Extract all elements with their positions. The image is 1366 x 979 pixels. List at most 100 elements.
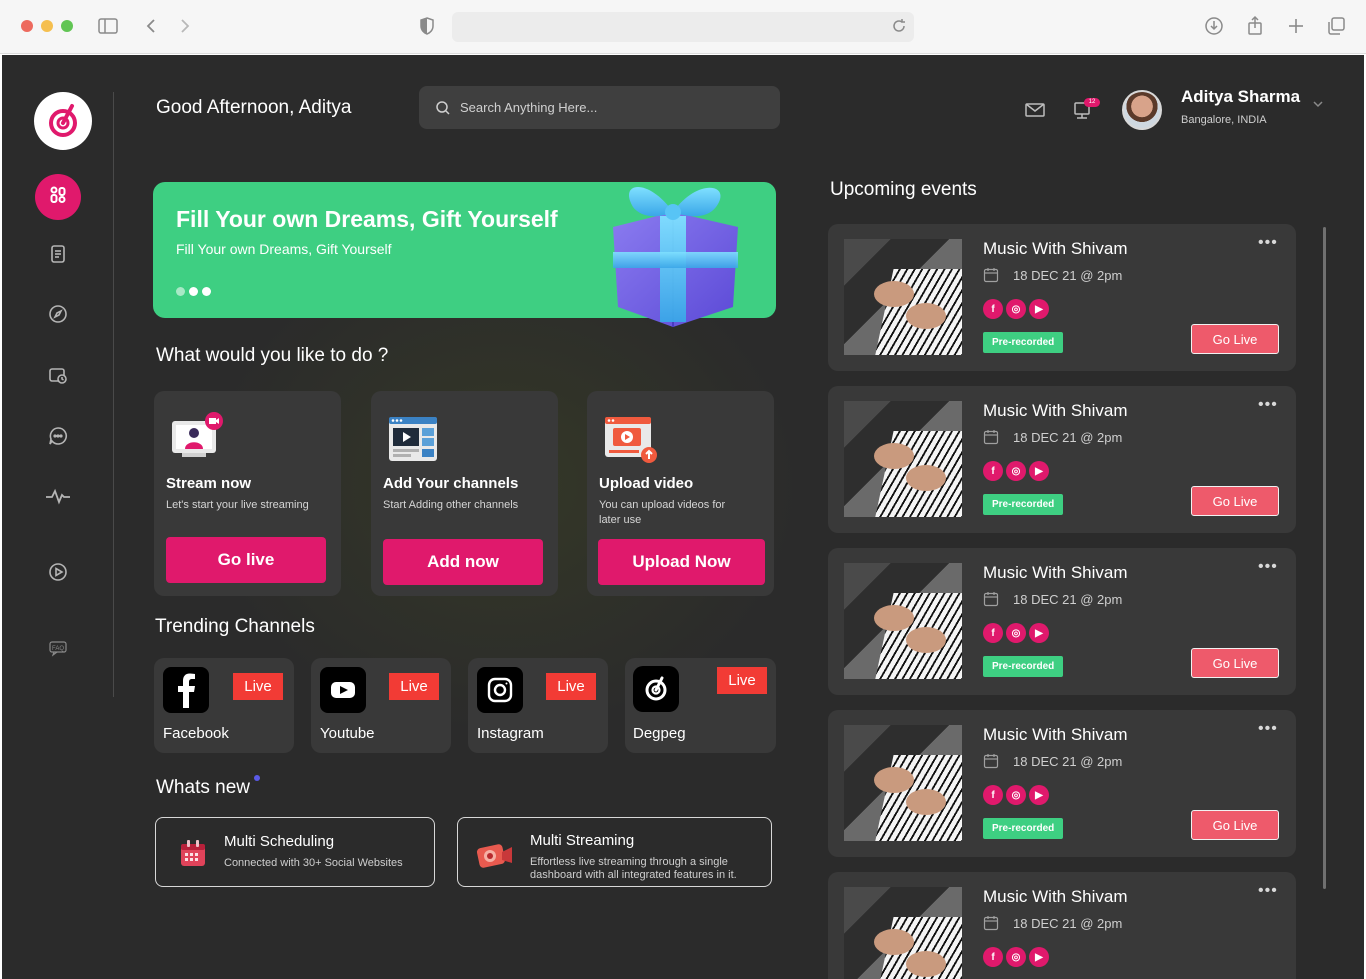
more-options-icon[interactable]: •••: [1258, 720, 1278, 738]
card-subtitle: Let's start your live streaming: [166, 499, 309, 511]
sidebar-item-analytics[interactable]: [46, 486, 70, 510]
activity-icon: [45, 486, 71, 511]
facebook-icon: f: [983, 299, 1003, 319]
more-options-icon[interactable]: •••: [1258, 882, 1278, 900]
share-icon[interactable]: [1244, 15, 1266, 37]
instagram-icon: ◎: [1006, 785, 1026, 805]
event-date: 18 DEC 21 @ 2pm: [1013, 430, 1123, 445]
sidebar-item-faq[interactable]: FAQ: [46, 638, 70, 662]
status-badge: Pre-recorded: [983, 656, 1064, 677]
instagram-icon: ◎: [1006, 623, 1026, 643]
avatar[interactable]: [1122, 90, 1162, 130]
whats-new-title: Whats new: [156, 777, 250, 798]
sidebar-divider: [113, 92, 114, 697]
camera-icon: [476, 844, 512, 868]
event-card[interactable]: Music With Shivam 18 DEC 21 @ 2pm f ◎ ▶ ••…: [828, 872, 1296, 979]
download-icon[interactable]: [1203, 15, 1225, 37]
more-options-icon[interactable]: •••: [1258, 558, 1278, 576]
minimize-window-button[interactable]: [41, 20, 53, 32]
shield-icon[interactable]: [416, 15, 438, 37]
status-badge: Pre-recorded: [983, 494, 1064, 515]
calendar-icon: [983, 915, 999, 931]
sidebar-item-schedule[interactable]: [46, 365, 70, 389]
channel-degpeg[interactable]: Live Degpeg: [625, 658, 776, 753]
event-card[interactable]: Music With Shivam 18 DEC 21 @ 2pm f ◎ ▶ Pr…: [828, 548, 1296, 695]
stream-now-card: Stream now Let's start your live streami…: [154, 391, 341, 596]
tab-overview-icon[interactable]: [1325, 15, 1347, 37]
event-name: Music With Shivam: [983, 239, 1128, 258]
status-badge: Pre-recorded: [983, 818, 1064, 839]
event-platforms: f ◎ ▶: [983, 785, 1049, 805]
upload-video-icon: [605, 417, 657, 463]
carousel-dot[interactable]: [189, 287, 198, 296]
sidebar-item-videos[interactable]: [46, 562, 70, 586]
schedule-icon: [48, 365, 68, 390]
youtube-icon: ▶: [1029, 623, 1049, 643]
live-badge: Live: [717, 667, 767, 694]
go-live-button[interactable]: Go Live: [1191, 324, 1279, 354]
whats-new-multi-streaming[interactable]: Multi Streaming Effortless live streamin…: [457, 817, 772, 887]
greeting: Good Afternoon, Aditya: [156, 97, 352, 118]
events-scrollbar[interactable]: [1323, 227, 1326, 889]
promo-banner[interactable]: Fill Your own Dreams, Gift Yourself Fill…: [153, 182, 776, 327]
whats-new-item-subtitle: Connected with 30+ Social Websites: [224, 857, 403, 869]
channel-instagram[interactable]: Live Instagram: [468, 658, 608, 753]
back-icon[interactable]: [141, 15, 163, 37]
compass-icon: [48, 304, 68, 329]
add-now-button[interactable]: Add now: [383, 539, 543, 585]
channel-youtube[interactable]: Live Youtube: [311, 658, 451, 753]
user-name[interactable]: Aditya Sharma: [1181, 87, 1300, 107]
go-live-button[interactable]: Go Live: [1191, 648, 1279, 678]
go-live-button[interactable]: Go Live: [1191, 810, 1279, 840]
youtube-icon: ▶: [1029, 785, 1049, 805]
event-card[interactable]: Music With Shivam 18 DEC 21 @ 2pm f ◎ ▶ Pr…: [828, 710, 1296, 857]
carousel-dot[interactable]: [202, 287, 211, 296]
sidebar-item-documents[interactable]: [46, 244, 70, 268]
go-live-button[interactable]: Go live: [166, 537, 326, 583]
card-subtitle: You can upload videos for later use: [599, 499, 726, 526]
live-badge: Live: [546, 673, 596, 700]
calendar-icon: [983, 591, 999, 607]
event-card[interactable]: Music With Shivam 18 DEC 21 @ 2pm f ◎ ▶ Pr…: [828, 386, 1296, 533]
new-indicator-dot: [254, 775, 260, 781]
degpeg-icon: [633, 666, 679, 712]
more-options-icon[interactable]: •••: [1258, 396, 1278, 414]
close-window-button[interactable]: [21, 20, 33, 32]
whats-new-item-title: Multi Scheduling: [224, 833, 335, 850]
mail-icon[interactable]: [1024, 99, 1046, 121]
chevron-down-icon[interactable]: [1311, 97, 1325, 111]
channel-name: Youtube: [320, 725, 375, 742]
instagram-icon: [477, 667, 523, 713]
reload-icon[interactable]: [890, 17, 908, 40]
event-card[interactable]: Music With Shivam 18 DEC 21 @ 2pm f ◎ ▶ Pr…: [828, 224, 1296, 371]
instagram-icon: ◎: [1006, 461, 1026, 481]
card-title: Upload video: [599, 475, 694, 492]
degpeg-logo[interactable]: [34, 92, 92, 150]
chat-icon: [48, 426, 68, 451]
whats-new-multi-scheduling[interactable]: Multi Scheduling Connected with 30+ Soci…: [155, 817, 435, 887]
carousel-dot[interactable]: [176, 287, 185, 296]
search-placeholder: Search Anything Here...: [460, 100, 598, 115]
sidebar-toggle-icon[interactable]: [97, 15, 119, 37]
event-thumbnail: [844, 239, 962, 355]
upload-now-button[interactable]: Upload Now: [598, 539, 765, 585]
upcoming-events-title: Upcoming events: [830, 179, 977, 200]
address-bar[interactable]: [452, 12, 914, 42]
facebook-icon: f: [983, 785, 1003, 805]
banner-subtitle: Fill Your own Dreams, Gift Yourself: [176, 241, 392, 257]
maximize-window-button[interactable]: [61, 20, 73, 32]
calendar-icon: [983, 753, 999, 769]
sidebar-item-dashboard[interactable]: [35, 174, 81, 220]
channel-facebook[interactable]: Live Facebook: [154, 658, 294, 753]
more-options-icon[interactable]: •••: [1258, 234, 1278, 252]
search-input[interactable]: Search Anything Here...: [419, 86, 780, 129]
forward-icon[interactable]: [173, 15, 195, 37]
go-live-button[interactable]: Go Live: [1191, 486, 1279, 516]
sidebar-item-explore[interactable]: [46, 304, 70, 328]
youtube-icon: [320, 667, 366, 713]
facebook-icon: f: [983, 623, 1003, 643]
sidebar-item-messages[interactable]: [46, 426, 70, 450]
new-tab-icon[interactable]: [1285, 15, 1307, 37]
upload-video-card: Upload video You can upload videos for l…: [587, 391, 774, 596]
carousel-dots[interactable]: [176, 287, 211, 296]
